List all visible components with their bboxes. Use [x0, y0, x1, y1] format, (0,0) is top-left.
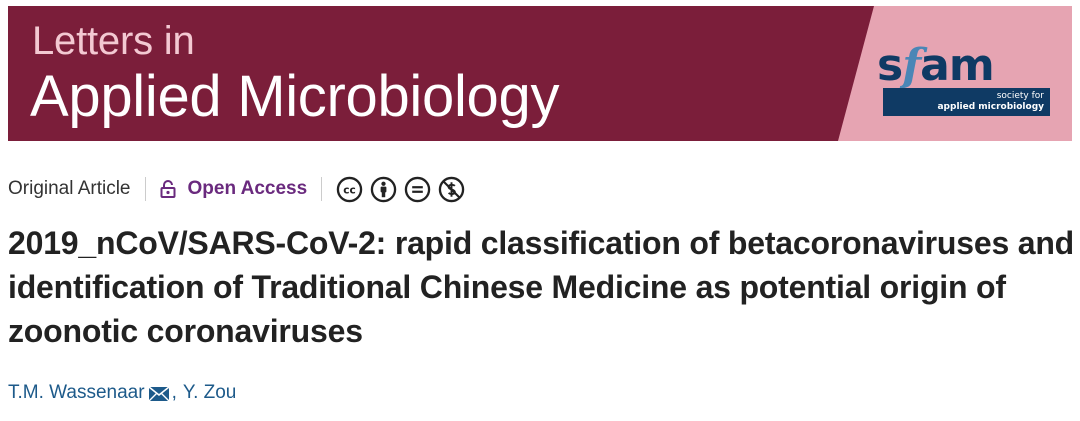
divider — [144, 177, 146, 201]
wordmark-f: f — [902, 40, 921, 91]
open-access-link[interactable]: Open Access — [160, 178, 308, 200]
society-tagline-box: society for applied microbiology — [883, 88, 1050, 116]
author-link-wassenaar[interactable]: T.M. Wassenaar — [8, 382, 145, 404]
society-tagline-1: society for — [996, 91, 1044, 101]
email-icon[interactable] — [148, 386, 170, 402]
journal-title-line1: Letters in — [32, 19, 195, 63]
attribution-icon — [370, 176, 397, 202]
society-tagline-2: applied microbiology — [937, 102, 1044, 112]
author-list: T.M. Wassenaar , Y. Zou — [8, 382, 236, 404]
author-link-zou[interactable]: Y. Zou — [183, 382, 237, 404]
article-type: Original Article — [8, 178, 131, 199]
lock-open-icon — [160, 180, 175, 198]
wordmark-am: am — [920, 40, 995, 91]
cc-glyph: cc — [343, 184, 356, 196]
creative-commons-icon: cc — [336, 176, 363, 202]
non-commercial-icon — [438, 176, 465, 202]
no-derivatives-icon — [404, 176, 431, 202]
wordmark-s: s — [877, 40, 903, 91]
open-access-label: Open Access — [187, 178, 308, 199]
license-icons[interactable]: cc — [336, 176, 465, 203]
article-meta-row: Original Article Open Access cc — [8, 172, 465, 206]
divider — [321, 177, 323, 201]
article-title: 2019_nCoV/SARS-CoV-2: rapid classificati… — [8, 225, 1075, 349]
journal-banner[interactable]: Letters in Applied Microbiology sfam soc… — [8, 6, 1072, 141]
society-wordmark: sfam — [877, 38, 995, 94]
journal-title-line2: Applied Microbiology — [30, 64, 560, 129]
author-separator: , — [171, 382, 177, 403]
society-logo[interactable]: sfam society for applied microbiology — [875, 38, 1050, 118]
